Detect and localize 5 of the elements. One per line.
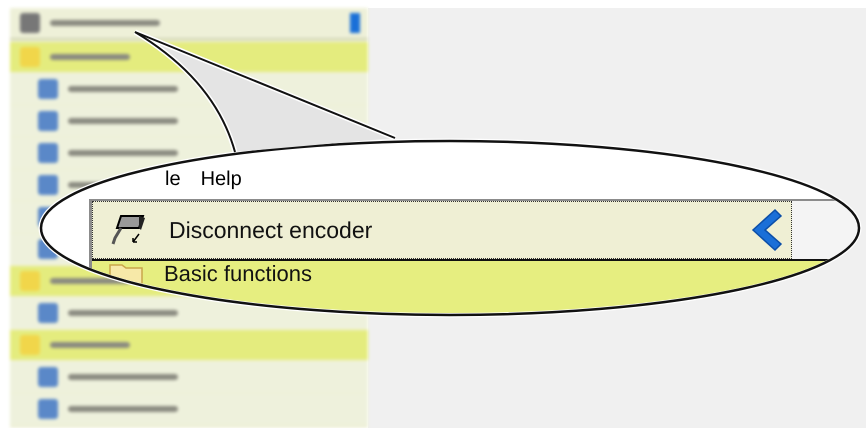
disconnect-row[interactable]: Disconnect encoder <box>92 201 792 259</box>
group-label[interactable]: Basic functions <box>164 262 312 286</box>
menu-item[interactable]: le <box>165 167 181 191</box>
menu-item[interactable]: Help <box>200 167 242 191</box>
row-label: Disconnect encoder <box>169 216 372 244</box>
